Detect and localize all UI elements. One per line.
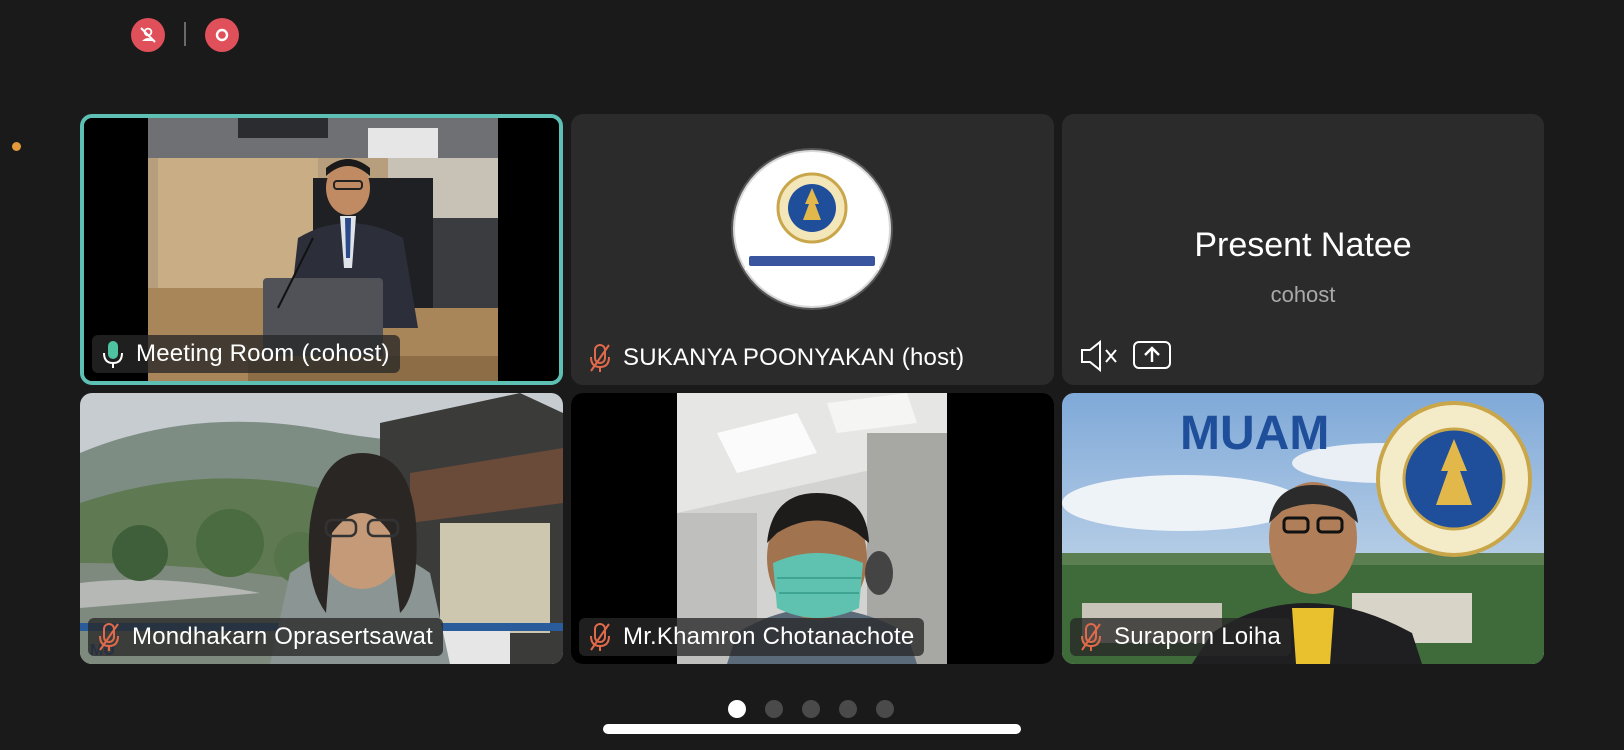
muted-microphone-icon xyxy=(1081,623,1101,651)
participant-role: cohost xyxy=(1270,282,1336,307)
page-dot-5[interactable] xyxy=(876,700,894,718)
participant-tile-sukanya[interactable]: SUKANYA POONYAKAN (host) xyxy=(571,114,1054,385)
meeting-gallery-view: Meeting Room (cohost) SUKANYA POONYAKAN … xyxy=(0,0,1624,750)
participant-tile-khamron[interactable]: Mr.Khamron Chotanachote xyxy=(571,393,1054,664)
share-upload-icon[interactable] xyxy=(1132,340,1172,370)
participant-display-name: Present Natee xyxy=(1194,226,1412,264)
participant-name: SUKANYA POONYAKAN (host) xyxy=(623,344,965,371)
participant-name-label: Meeting Room (cohost) xyxy=(92,335,400,373)
muted-microphone-icon xyxy=(590,623,610,651)
participant-name: Mr.Khamron Chotanachote xyxy=(623,623,915,650)
participant-name-label: Mondhakarn Oprasertsawat xyxy=(88,618,443,656)
speaker-muted-icon xyxy=(1081,339,1117,373)
record-icon[interactable] xyxy=(205,18,239,52)
mute-user-icon[interactable] xyxy=(131,18,165,52)
muted-microphone-icon xyxy=(99,623,119,651)
muted-microphone-icon xyxy=(590,344,610,372)
participant-tile-mondhakarn[interactable]: MU Mondhakarn Oprasertsawat xyxy=(80,393,563,664)
avatar xyxy=(733,150,891,308)
gallery-pagination xyxy=(728,700,894,718)
page-dot-3[interactable] xyxy=(802,700,820,718)
participant-name-label: Suraporn Loiha xyxy=(1070,618,1291,656)
participant-name: Suraporn Loiha xyxy=(1114,623,1281,650)
participant-name: Meeting Room (cohost) xyxy=(136,340,390,367)
page-dot-4[interactable] xyxy=(839,700,857,718)
home-indicator[interactable] xyxy=(603,724,1021,734)
participant-tile-suraporn[interactable]: MUAM Suraporn Loiha xyxy=(1062,393,1544,664)
page-dot-1[interactable] xyxy=(728,700,746,718)
university-logo-icon xyxy=(745,172,879,270)
participant-name-label: Mr.Khamron Chotanachote xyxy=(579,618,925,656)
background-logo-text: MUAM xyxy=(1180,407,1329,460)
notification-dot xyxy=(12,142,21,151)
page-dot-2[interactable] xyxy=(765,700,783,718)
microphone-icon xyxy=(103,341,123,368)
participant-tile-meeting-room[interactable]: Meeting Room (cohost) xyxy=(80,114,563,385)
participant-name: Mondhakarn Oprasertsawat xyxy=(132,623,433,650)
participant-name-label: SUKANYA POONYAKAN (host) xyxy=(579,339,974,377)
control-separator xyxy=(184,22,186,46)
participant-tile-present-natee[interactable]: Present Natee cohost xyxy=(1062,114,1544,385)
